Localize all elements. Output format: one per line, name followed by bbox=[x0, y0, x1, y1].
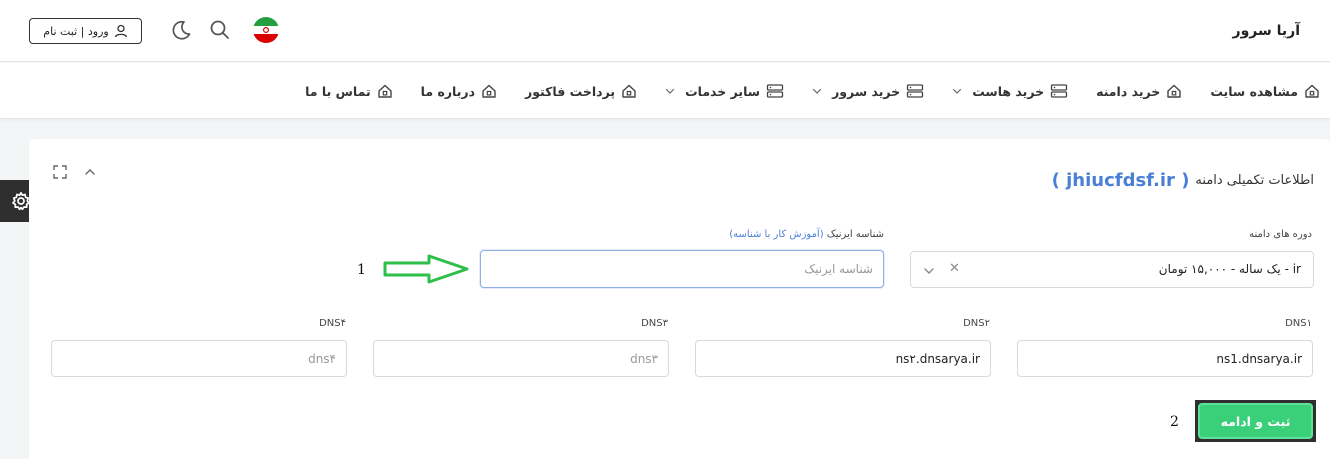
nav-item[interactable]: پرداخت فاکتور bbox=[525, 83, 637, 99]
home-icon bbox=[1166, 83, 1182, 99]
dns1-label: DNS۱ bbox=[1285, 318, 1312, 329]
dns2-label: DNS۲ bbox=[963, 318, 990, 329]
nic-help-link[interactable]: (آموزش کار با شناسه) bbox=[729, 229, 823, 240]
submit-continue-button[interactable]: ثبت و ادامه bbox=[1198, 403, 1313, 439]
card-title-prefix: اطلاعات تکمیلی دامنه bbox=[1195, 173, 1314, 188]
nav-item[interactable]: خرید سرور bbox=[812, 83, 924, 99]
clear-selection-icon[interactable]: ✕ bbox=[949, 261, 960, 276]
step-number-1: 1 bbox=[357, 262, 366, 278]
nav-list: مشاهده سایت خرید دامنه خرید هاست خرید سرور س… bbox=[305, 63, 1320, 119]
nic-label-row: شناسه ایرنیک (آموزش کار با شناسه) bbox=[729, 229, 884, 240]
chevron-up-icon[interactable] bbox=[83, 165, 97, 179]
dark-mode-moon-icon[interactable] bbox=[170, 19, 192, 41]
chevron-down-icon bbox=[665, 86, 675, 96]
brand-logo[interactable]: ARY COSTDAR آریا سرور bbox=[1233, 16, 1330, 46]
period-label: دوره های دامنه bbox=[1249, 229, 1312, 240]
dns3-input[interactable] bbox=[373, 340, 669, 377]
nav-item-label: پرداخت فاکتور bbox=[525, 83, 616, 99]
user-icon bbox=[114, 24, 127, 38]
period-select[interactable]: ir - یک ساله - ۱۵,۰۰۰ تومان ✕ bbox=[910, 251, 1314, 288]
dns3-label: DNS۳ bbox=[641, 318, 668, 329]
nav-item[interactable]: تماس با ما bbox=[305, 83, 393, 99]
card-title: اطلاعات تکمیلی دامنه ( jhiucfdsf.ir ) bbox=[1052, 170, 1314, 191]
step-number-2: 2 bbox=[1170, 414, 1179, 430]
iran-flag-icon[interactable] bbox=[253, 17, 279, 43]
home-icon bbox=[1304, 83, 1320, 99]
svg-text:ARY: ARY bbox=[1306, 18, 1307, 31]
server-icon bbox=[906, 83, 924, 99]
server-icon bbox=[1050, 83, 1068, 99]
nav-item-label: درباره ما bbox=[420, 83, 476, 99]
period-selected-value: ir - یک ساله - ۱۵,۰۰۰ تومان bbox=[1158, 262, 1301, 276]
gear-icon bbox=[11, 191, 30, 211]
nav-item-label: خرید هاست bbox=[972, 83, 1045, 99]
server-icon bbox=[766, 83, 784, 99]
nav-item[interactable]: خرید دامنه bbox=[1096, 83, 1182, 99]
nic-label: شناسه ایرنیک bbox=[826, 229, 884, 240]
search-icon[interactable] bbox=[209, 19, 231, 41]
dns4-input[interactable] bbox=[51, 340, 347, 377]
nav-item-label: مشاهده سایت bbox=[1210, 83, 1298, 99]
dns2-input[interactable] bbox=[695, 340, 991, 377]
dns1-input[interactable] bbox=[1017, 340, 1313, 377]
fullscreen-icon[interactable] bbox=[53, 165, 67, 179]
top-header: ARY COSTDAR آریا سرور ورود | ثبت نام bbox=[0, 0, 1330, 62]
domain-name: ( jhiucfdsf.ir ) bbox=[1051, 170, 1190, 191]
nic-handle-input[interactable] bbox=[480, 250, 884, 288]
brand-name: آریا سرور bbox=[1232, 23, 1300, 39]
chevron-down-icon bbox=[812, 86, 822, 96]
annotation-arrow-icon bbox=[383, 254, 469, 284]
nav-item-label: خرید سرور bbox=[832, 83, 901, 99]
chevron-down-icon bbox=[952, 86, 962, 96]
login-register-button[interactable]: ورود | ثبت نام bbox=[29, 18, 142, 44]
card-tools bbox=[53, 165, 97, 179]
chevron-down-icon[interactable] bbox=[923, 265, 935, 277]
domain-info-card: اطلاعات تکمیلی دامنه ( jhiucfdsf.ir ) bbox=[29, 139, 1330, 459]
home-icon bbox=[481, 83, 497, 99]
home-icon bbox=[621, 83, 637, 99]
nav-item-label: تماس با ما bbox=[305, 83, 371, 99]
login-register-label: ورود | ثبت نام bbox=[43, 24, 109, 38]
nav-item-label: سایر خدمات bbox=[685, 83, 761, 99]
nav-item[interactable]: درباره ما bbox=[421, 83, 497, 99]
home-icon bbox=[377, 83, 393, 99]
dns4-label: DNS۴ bbox=[319, 318, 346, 329]
submit-highlight-frame: ثبت و ادامه bbox=[1195, 400, 1316, 442]
nav-item[interactable]: خرید هاست bbox=[952, 83, 1068, 99]
main-navigation: مشاهده سایت خرید دامنه خرید هاست خرید سرور س… bbox=[0, 63, 1330, 119]
nav-item[interactable]: مشاهده سایت bbox=[1210, 83, 1320, 99]
arya-logo-icon: ARY COSTDAR bbox=[1306, 16, 1330, 46]
nav-item[interactable]: سایر خدمات bbox=[665, 83, 784, 99]
nav-item-label: خرید دامنه bbox=[1096, 83, 1161, 99]
